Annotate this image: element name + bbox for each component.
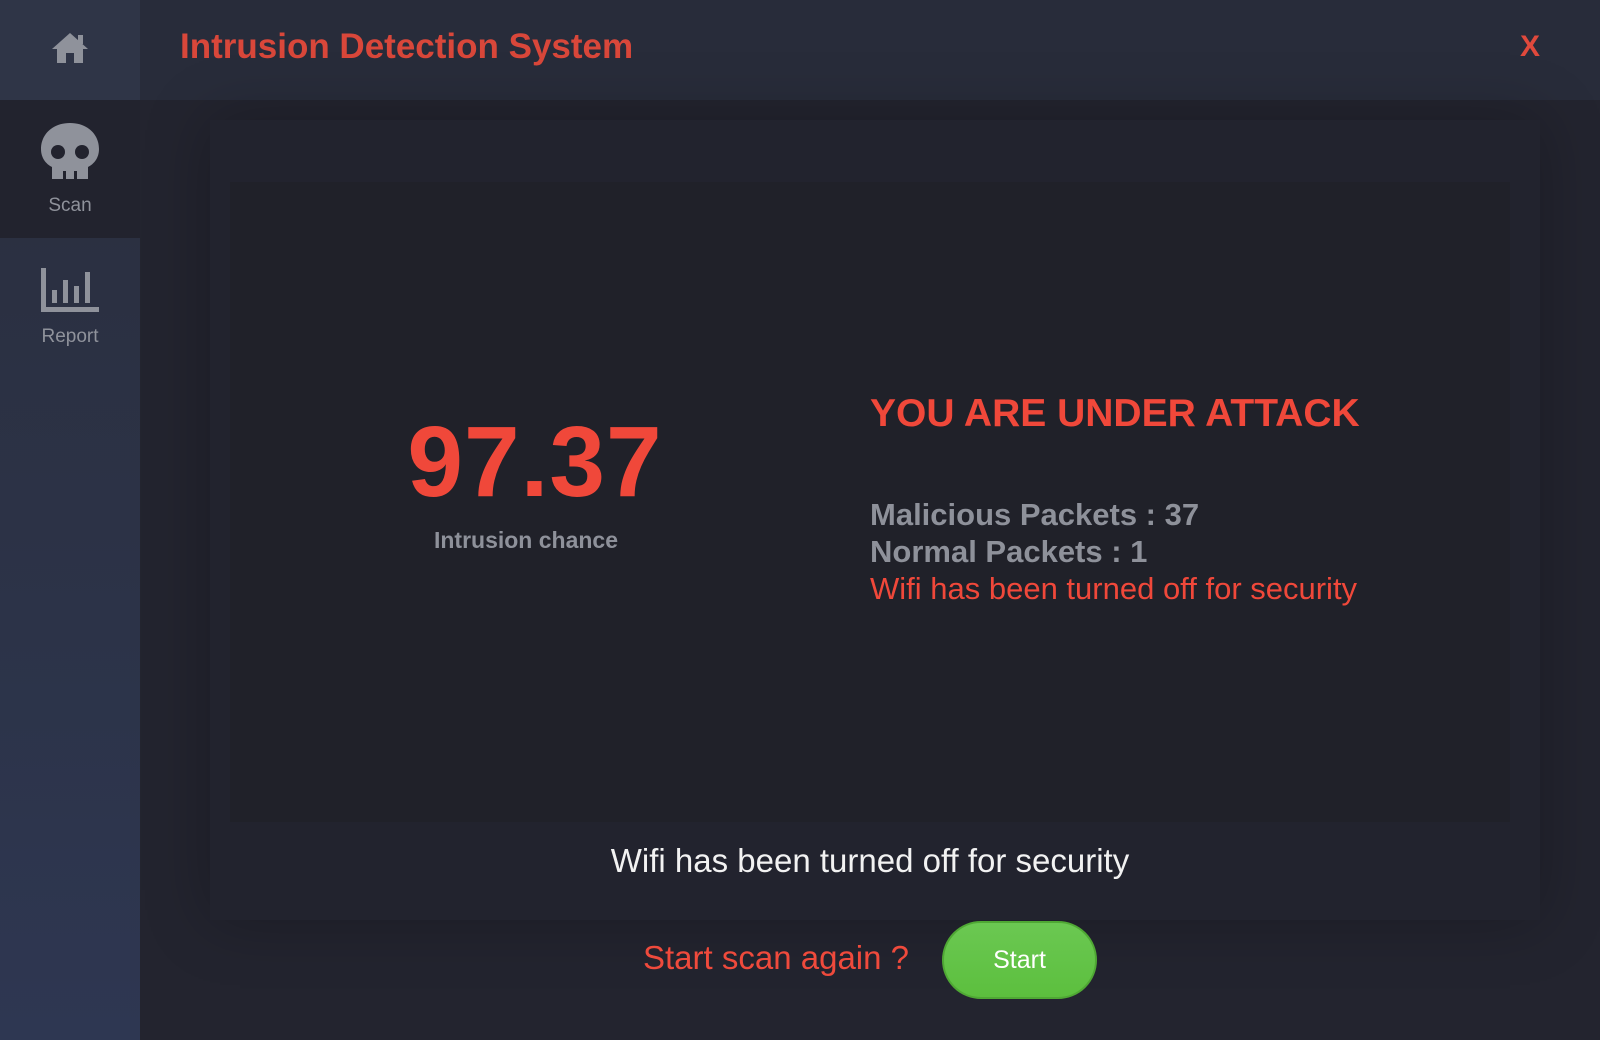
main-content xyxy=(140,100,1600,1040)
skull-icon xyxy=(39,121,101,189)
intrusion-chance-value: 97.37 xyxy=(407,406,663,518)
sidebar-item-report[interactable]: Report xyxy=(0,238,140,376)
wifi-status-notice: Wifi has been turned off for security xyxy=(870,571,1358,606)
attack-status-title: YOU ARE UNDER ATTACK xyxy=(870,392,1360,435)
home-icon xyxy=(50,31,90,70)
start-button[interactable]: Start xyxy=(942,921,1097,999)
bar-chart-icon xyxy=(39,266,101,320)
sidebar-item-scan[interactable]: Scan xyxy=(0,100,140,238)
wifi-status-message: Wifi has been turned off for security xyxy=(610,842,1130,879)
rescan-prompt: Start scan again ? xyxy=(643,939,909,976)
title-bar: Intrusion Detection System X xyxy=(140,0,1600,100)
malicious-packets-count: Malicious Packets : 37 xyxy=(870,497,1200,532)
sidebar-item-label: Scan xyxy=(48,195,92,216)
app-title: Intrusion Detection System xyxy=(180,27,634,66)
sidebar-item-label: Report xyxy=(41,326,99,347)
app-window: Scan Report Intrusion Detection System X xyxy=(0,0,1600,1040)
sidebar: Scan Report xyxy=(0,0,140,1040)
sidebar-item-home[interactable] xyxy=(0,0,140,100)
intrusion-chance-label: Intrusion chance xyxy=(433,527,619,553)
normal-packets-count: Normal Packets : 1 xyxy=(870,534,1148,569)
close-button[interactable]: X xyxy=(1520,30,1540,64)
